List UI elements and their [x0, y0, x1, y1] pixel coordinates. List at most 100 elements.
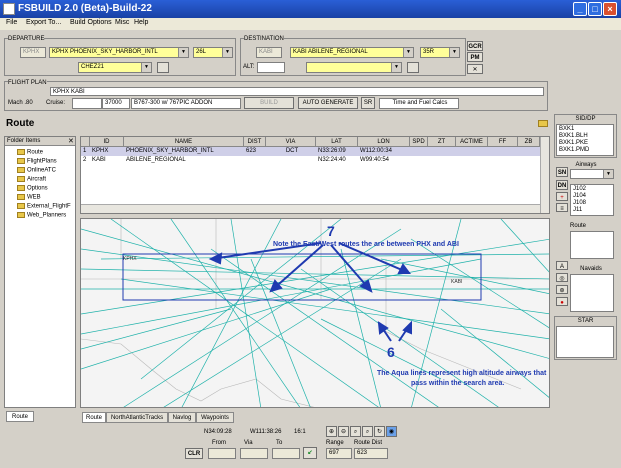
minimize-button[interactable]: _ — [573, 2, 587, 16]
table-vertical-scrollbar[interactable] — [540, 137, 549, 213]
tab-navlog[interactable]: Navlog — [168, 412, 196, 423]
row-lon: W112:00:34 — [360, 148, 392, 154]
star-select[interactable]: ▼ — [306, 62, 402, 73]
tree-item-label: WEB — [27, 194, 41, 201]
auto-generate-button[interactable]: AUTO GENERATE — [298, 97, 358, 109]
table-header-name[interactable]: NAME — [124, 137, 244, 147]
sn-button[interactable]: SN — [556, 167, 568, 177]
table-header-id[interactable]: ID — [90, 137, 124, 147]
airways-list-button[interactable]: ≡ — [556, 203, 568, 212]
right-route-list[interactable] — [570, 231, 614, 259]
swap-button[interactable]: ✕ — [467, 64, 483, 74]
star-list[interactable] — [556, 326, 614, 358]
airport-toggle-button[interactable]: A — [556, 261, 568, 270]
tree-item-web-planners[interactable]: Web_Planners — [17, 212, 66, 219]
departure-runway-select[interactable]: 26L ▼ — [193, 47, 233, 58]
folder-icon[interactable] — [538, 120, 548, 127]
departure-airport-select[interactable]: KPHX PHOENIX_SKY_HARBOR_INTL ▼ — [49, 47, 189, 58]
zoom-in-button[interactable]: ⊕ — [326, 426, 337, 437]
tab-route[interactable]: Route — [82, 412, 106, 423]
tree-item-flightplans[interactable]: FlightPlans — [17, 158, 57, 165]
table-row[interactable]: 1 KPHX PHOENIX_SKY_HARBOR_INTL 623 DCT N… — [81, 147, 540, 156]
tree-item-external[interactable]: External_FlightF — [17, 203, 71, 210]
tree-item-options[interactable]: Options — [17, 185, 48, 192]
clr-button[interactable]: CLR — [185, 448, 203, 459]
star-label: STAR — [577, 318, 594, 324]
navaids-list[interactable] — [570, 274, 614, 312]
sid-select[interactable]: CHEZ21 ▼ — [78, 62, 152, 73]
row-lon: W99:40:54 — [360, 157, 390, 163]
pm-button[interactable]: PM — [467, 52, 483, 62]
table-horizontal-scrollbar[interactable] — [81, 204, 540, 213]
zoom-in-icon: ⊕ — [328, 429, 335, 435]
sid-value: CHEZ21 — [81, 64, 105, 70]
via-field[interactable] — [240, 448, 268, 459]
tree-item-onlineatc[interactable]: OnlineATC — [17, 167, 56, 174]
destination-runway-select[interactable]: 35R ▼ — [420, 47, 460, 58]
ndb-toggle-button[interactable]: ⊛ — [556, 285, 568, 294]
tree-item-aircraft[interactable]: Aircraft — [17, 176, 46, 183]
departure-airport-value: KPHX PHOENIX_SKY_HARBOR_INTL — [52, 49, 158, 55]
go-button[interactable]: ↙ — [303, 447, 317, 459]
table-row[interactable]: 2 KABI ABILENE_REGIONAL N32:24:40 W99:40… — [81, 156, 540, 165]
airways-list[interactable]: J102 J104 J108 J11 — [570, 184, 614, 216]
build-button[interactable]: BUILD — [244, 97, 294, 109]
alternate-field[interactable] — [257, 62, 285, 73]
route-map[interactable]: KPHX KABI 7 Note the East/West routes th… — [80, 218, 550, 408]
maximize-button[interactable]: □ — [588, 2, 602, 16]
refresh-button[interactable]: ↻ — [374, 426, 385, 437]
close-button[interactable]: × — [603, 2, 617, 16]
tree-item-route[interactable]: Route — [17, 149, 43, 156]
dn-button[interactable]: DN — [556, 180, 568, 190]
zoom-search-button[interactable]: ⌕ — [350, 426, 361, 437]
airways-select[interactable]: ▼ — [570, 169, 614, 179]
menu-build-options[interactable]: Build Options — [70, 19, 112, 26]
table-header-actime[interactable]: ACTIME — [456, 137, 488, 147]
departure-sid-button[interactable] — [157, 62, 169, 73]
airways-add-button[interactable]: + — [556, 192, 568, 201]
destination-label: DESTINATION — [244, 36, 284, 42]
zoom-out-icon: ⊖ — [340, 429, 347, 435]
destination-star-button[interactable] — [407, 62, 419, 73]
sr-button[interactable]: SR — [361, 97, 375, 109]
to-field[interactable] — [272, 448, 300, 459]
table-header-zt[interactable]: ZT — [428, 137, 456, 147]
close-icon[interactable]: ✕ — [68, 137, 74, 145]
destination-airport-select[interactable]: KABI ABILENE_REGIONAL ▼ — [290, 47, 414, 58]
tree-item-label: OnlineATC — [27, 167, 56, 174]
zoom-out-button[interactable]: ⊖ — [338, 426, 349, 437]
gcr-button[interactable]: GCR — [467, 41, 483, 51]
fix-toggle-button[interactable]: ● — [556, 297, 568, 306]
tree-item-web[interactable]: WEB — [17, 194, 41, 201]
time-fuel-field[interactable]: Time and Fuel Calcs — [379, 98, 459, 109]
aircraft-field[interactable]: B767-300 w/ 767PIC ADDON — [131, 98, 241, 109]
destination-icao-field[interactable]: KABI — [256, 47, 282, 58]
table-header-lon[interactable]: LON — [358, 137, 410, 147]
sid-list[interactable]: BXK1 BXK1.BLH BXK1.PKE BXK1.PMD — [556, 124, 614, 156]
left-tab-route[interactable]: Route — [6, 411, 34, 422]
from-field[interactable] — [208, 448, 236, 459]
chevron-down-icon: ▼ — [391, 63, 401, 72]
table-header-dist[interactable]: DIST — [244, 137, 266, 147]
departure-icao-field[interactable]: KPHX — [20, 47, 46, 58]
cruise-spacer-field[interactable] — [72, 98, 102, 109]
table-header-ff[interactable]: FF — [488, 137, 518, 147]
zoom-fit-button[interactable]: ⌕ — [362, 426, 373, 437]
list-item[interactable]: BXK1.PMD — [557, 146, 589, 155]
menu-misc[interactable]: Misc — [115, 19, 129, 26]
menu-file[interactable]: File — [6, 19, 17, 26]
table-header-spd[interactable]: SPD — [410, 137, 428, 147]
tab-waypoints[interactable]: Waypoints — [196, 412, 234, 423]
table-header-via[interactable]: VIA — [266, 137, 316, 147]
map-tool-button[interactable]: ◉ — [386, 426, 397, 437]
tab-north-atlantic-tracks[interactable]: NorthAtlanticTracks — [106, 412, 168, 423]
menu-help[interactable]: Help — [134, 19, 148, 26]
flight-plan-route-field[interactable]: KPHX KABI — [50, 87, 544, 96]
vor-toggle-button[interactable]: ◎ — [556, 273, 568, 282]
list-item[interactable]: J11 — [571, 206, 582, 215]
table-header-lat[interactable]: LAT — [316, 137, 358, 147]
cruise-altitude-field[interactable]: 37000 — [102, 98, 130, 109]
table-header-zb[interactable]: ZB — [518, 137, 540, 147]
annotation-number-6: 6 — [387, 344, 395, 360]
menu-export[interactable]: Export To... — [26, 19, 61, 26]
